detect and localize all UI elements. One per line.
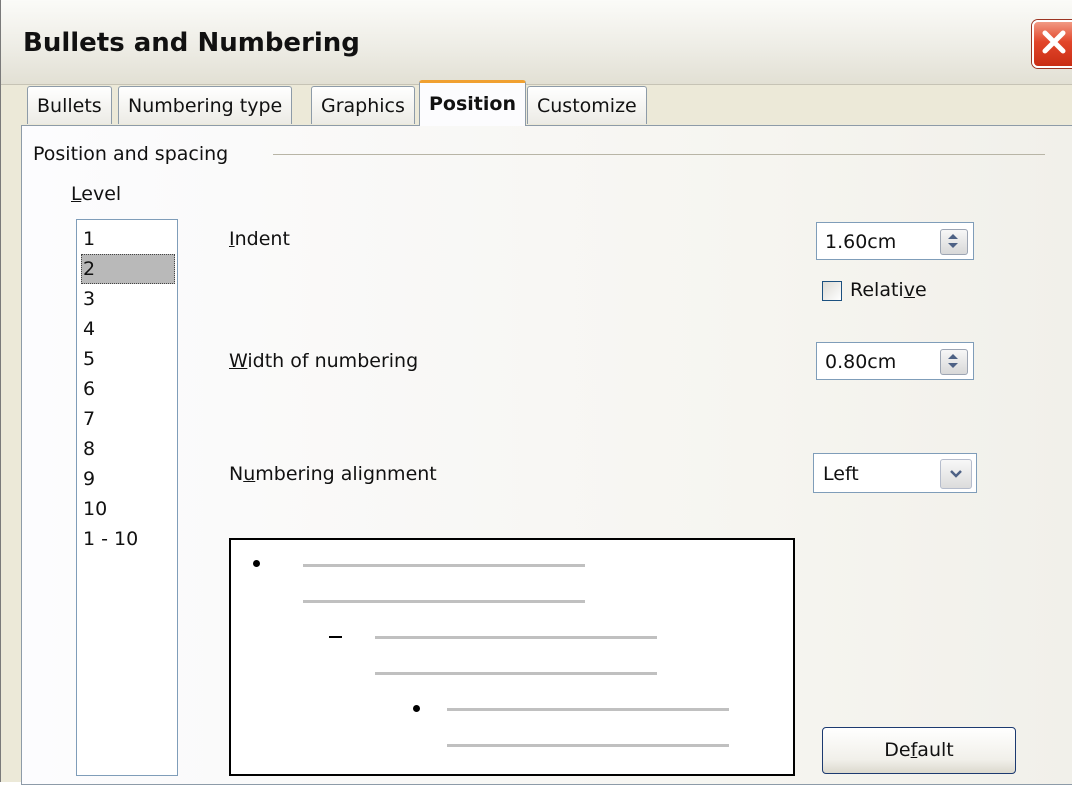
tab-customize[interactable]: Customize bbox=[527, 86, 647, 124]
relative-checkbox[interactable] bbox=[822, 281, 842, 301]
preview-dash-level2 bbox=[329, 636, 342, 638]
group-divider bbox=[273, 154, 1045, 155]
tab-bullets[interactable]: Bullets bbox=[27, 86, 112, 124]
default-button[interactable]: Default bbox=[822, 727, 1016, 774]
dialog-title: Bullets and Numbering bbox=[23, 28, 360, 58]
bullets-and-numbering-dialog: Bullets and Numbering Bullets Numbering … bbox=[0, 0, 1072, 785]
tab-numbering-type[interactable]: Numbering type bbox=[118, 86, 293, 124]
tab-position[interactable]: Position bbox=[419, 80, 526, 126]
level-item-7[interactable]: 7 bbox=[81, 404, 175, 434]
width-of-numbering-label: Width of numbering bbox=[229, 350, 419, 372]
preview-line bbox=[303, 600, 585, 603]
level-item-10[interactable]: 10 bbox=[81, 494, 175, 524]
level-item-3[interactable]: 3 bbox=[81, 284, 175, 314]
relative-label: Relative bbox=[850, 279, 927, 301]
level-item-4[interactable]: 4 bbox=[81, 314, 175, 344]
level-item-9[interactable]: 9 bbox=[81, 464, 175, 494]
level-label: Level bbox=[71, 183, 122, 205]
tab-graphics[interactable]: Graphics bbox=[311, 86, 415, 124]
preview-line bbox=[447, 744, 729, 747]
indent-value: 1.60cm bbox=[825, 231, 897, 253]
indent-spin-buttons[interactable] bbox=[940, 229, 968, 255]
numbering-preview bbox=[229, 538, 795, 776]
width-spin-buttons[interactable] bbox=[940, 349, 968, 375]
dropdown-arrow-icon bbox=[950, 470, 962, 478]
preview-line bbox=[375, 636, 657, 639]
level-item-2[interactable]: 2 bbox=[81, 254, 175, 284]
title-bar: Bullets and Numbering bbox=[1, 0, 1072, 85]
level-listbox[interactable]: 1 2 3 4 5 6 7 8 9 10 1 - 10 bbox=[76, 219, 178, 776]
width-of-numbering-value: 0.80cm bbox=[825, 351, 897, 373]
level-item-8[interactable]: 8 bbox=[81, 434, 175, 464]
dropdown-button[interactable] bbox=[940, 459, 972, 489]
level-item-6[interactable]: 6 bbox=[81, 374, 175, 404]
level-item-5[interactable]: 5 bbox=[81, 344, 175, 374]
preview-bullet-level3 bbox=[413, 705, 420, 712]
width-of-numbering-spinbox[interactable]: 0.80cm bbox=[816, 342, 974, 380]
spin-updown-icon bbox=[948, 234, 958, 248]
close-button[interactable] bbox=[1032, 20, 1072, 68]
level-item-1[interactable]: 1 bbox=[81, 224, 175, 254]
numbering-alignment-select[interactable]: Left bbox=[813, 453, 977, 493]
numbering-alignment-value: Left bbox=[823, 463, 859, 485]
indent-spinbox[interactable]: 1.60cm bbox=[816, 222, 974, 260]
indent-label: Indent bbox=[229, 228, 290, 250]
spin-updown-icon bbox=[948, 354, 958, 368]
preview-line bbox=[303, 564, 585, 567]
preview-bullet-level1 bbox=[253, 560, 260, 567]
level-item-1-10[interactable]: 1 - 10 bbox=[81, 524, 175, 554]
numbering-alignment-label: Numbering alignment bbox=[229, 463, 437, 485]
preview-line bbox=[447, 708, 729, 711]
close-icon bbox=[1042, 30, 1066, 54]
preview-line bbox=[375, 672, 657, 675]
group-label-position-and-spacing: Position and spacing bbox=[33, 143, 229, 165]
